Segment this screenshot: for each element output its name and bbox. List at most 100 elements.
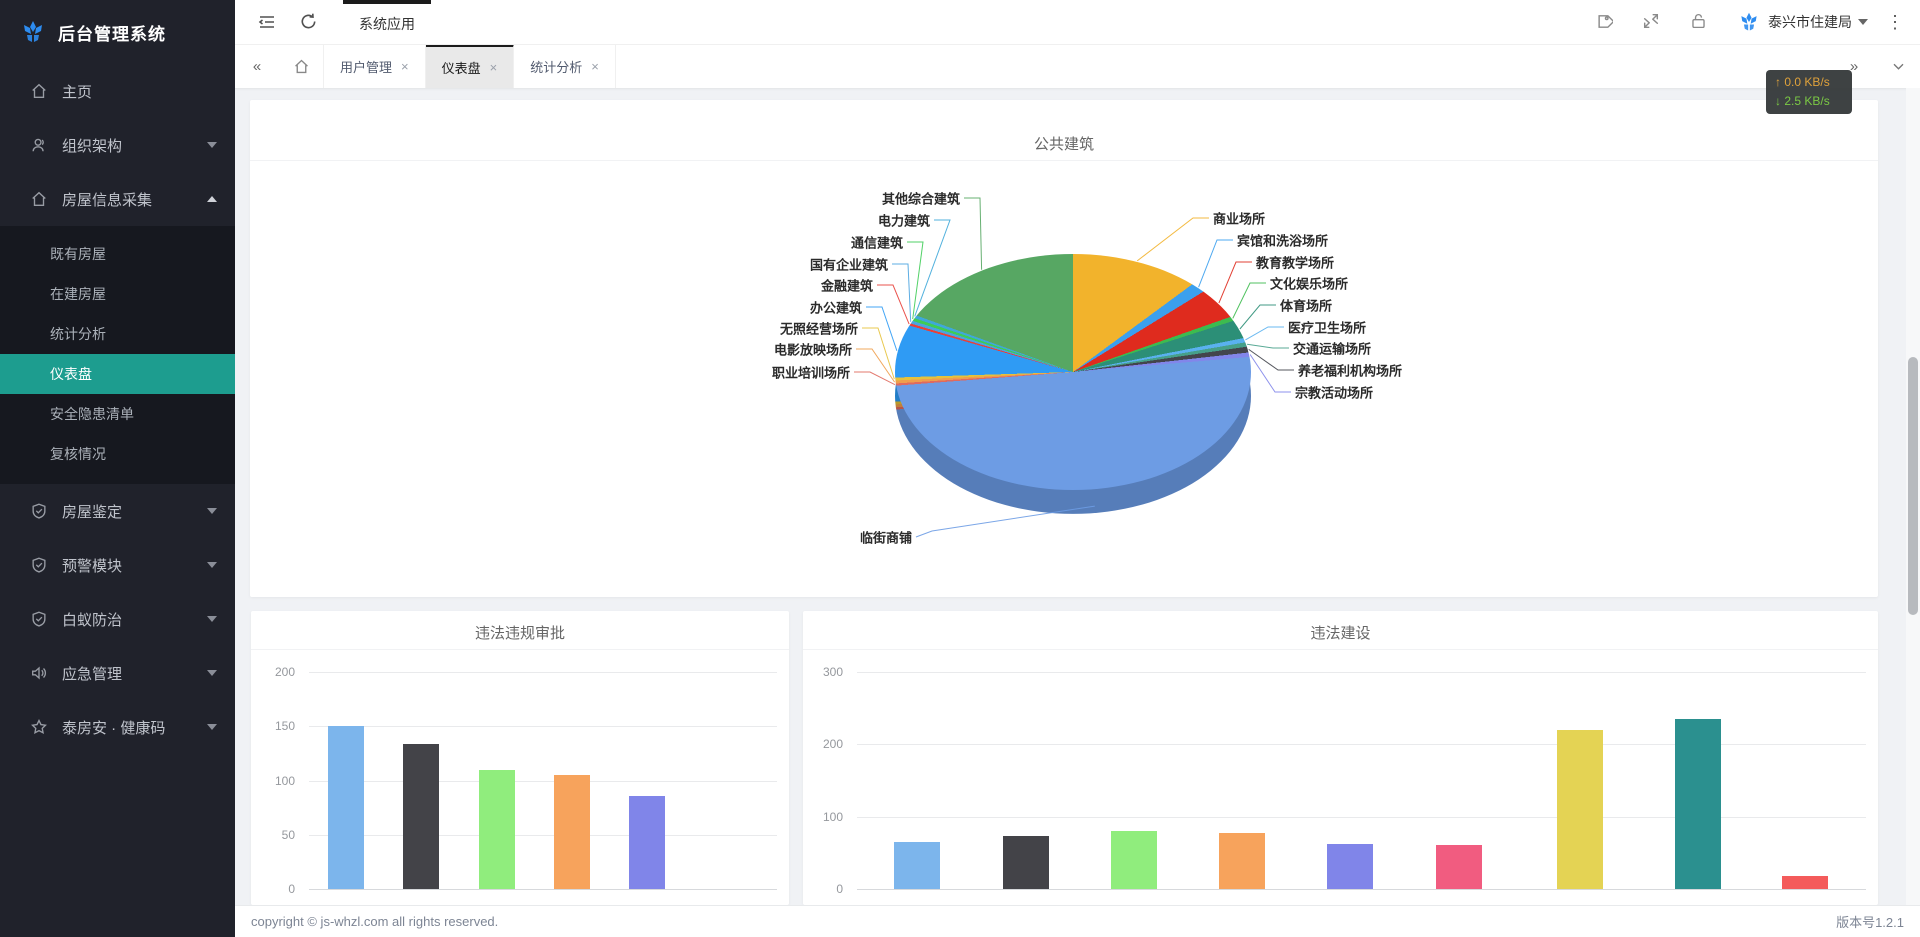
sidebar-item-label: 应急管理 — [62, 663, 207, 684]
close-icon[interactable]: × — [490, 60, 498, 75]
sidebar-item-label: 主页 — [62, 81, 217, 102]
sidebar-item-0[interactable]: 主页 — [0, 64, 235, 118]
pie-slice-label: 国有企业建筑 — [810, 255, 888, 274]
pie-chart: 商业场所宾馆和洗浴场所教育教学场所文化娱乐场所体育场所医疗卫生场所交通运输场所养… — [250, 100, 1878, 597]
sidebar-item-3[interactable]: 房屋鉴定 — [0, 484, 235, 538]
refresh-icon[interactable] — [299, 12, 319, 32]
version-text: 版本号1.2.1 — [1836, 912, 1904, 931]
upload-speed: ↑ 0.0 KB/s — [1775, 73, 1852, 92]
sidebar-item-1[interactable]: 组织架构 — [0, 118, 235, 172]
pie-slice-label: 通信建筑 — [851, 233, 903, 252]
sidebar-menu: 主页组织架构房屋信息采集既有房屋在建房屋统计分析仪表盘安全隐患清单复核情况房屋鉴… — [0, 64, 235, 754]
home-icon — [30, 82, 48, 100]
sidebar-item-4[interactable]: 预警模块 — [0, 538, 235, 592]
chevron-down-icon — [207, 142, 217, 148]
gridline — [857, 889, 1866, 890]
bar-0 — [894, 842, 940, 889]
more-menu-icon[interactable]: ⋮ — [1886, 13, 1904, 31]
y-axis-tick-label: 0 — [809, 882, 843, 896]
bar-3 — [1219, 833, 1265, 889]
footer: copyright © js-whzl.com all rights reser… — [235, 905, 1920, 937]
close-icon[interactable]: × — [401, 59, 409, 74]
bar-chart-card-construction: 违法建设 0100200300 — [803, 611, 1878, 905]
scrollbar-thumb[interactable] — [1908, 357, 1918, 615]
user-icon — [30, 136, 48, 154]
sidebar-submenu: 既有房屋在建房屋统计分析仪表盘安全隐患清单复核情况 — [0, 226, 235, 484]
bar-3 — [554, 775, 590, 889]
bar-2 — [1111, 831, 1157, 889]
pie-slice-label: 金融建筑 — [821, 276, 873, 295]
sidebar-subitem-复核情况[interactable]: 复核情况 — [0, 434, 235, 474]
pie-slice-label: 交通运输场所 — [1293, 339, 1371, 358]
collapse-sidebar-icon[interactable] — [257, 12, 277, 32]
bar-4 — [1327, 844, 1373, 889]
org-switcher[interactable]: 泰兴市住建局 — [1738, 11, 1868, 33]
sidebar-subitem-在建房屋[interactable]: 在建房屋 — [0, 274, 235, 314]
bar-8 — [1782, 876, 1828, 889]
bar-chart-title: 违法违规审批 — [251, 611, 789, 650]
pie-slice-label: 养老福利机构场所 — [1298, 361, 1402, 380]
tabs-scroll-left-icon[interactable]: « — [235, 44, 279, 88]
sidebar-item-6[interactable]: 应急管理 — [0, 646, 235, 700]
gridline — [309, 835, 777, 836]
close-icon[interactable]: × — [591, 59, 599, 74]
org-name: 泰兴市住建局 — [1768, 12, 1852, 32]
pie-slice-label: 宾馆和洗浴场所 — [1237, 231, 1328, 250]
sidebar-subitem-仪表盘[interactable]: 仪表盘 — [0, 354, 235, 394]
y-axis-tick-label: 50 — [261, 828, 295, 842]
shield-icon — [30, 610, 48, 628]
sidebar-item-5[interactable]: 白蚁防治 — [0, 592, 235, 646]
pie-slice-label: 文化娱乐场所 — [1270, 274, 1348, 293]
sidebar-item-2[interactable]: 房屋信息采集 — [0, 172, 235, 226]
download-speed: ↓ 2.5 KB/s — [1775, 92, 1852, 111]
bar-5 — [1436, 845, 1482, 889]
gridline — [309, 726, 777, 727]
y-axis-tick-label: 0 — [261, 882, 295, 896]
tag-icon[interactable] — [1594, 12, 1614, 32]
home-tab-icon[interactable] — [279, 44, 323, 88]
sidebar-subitem-安全隐患清单[interactable]: 安全隐患清单 — [0, 394, 235, 434]
bar-0 — [328, 726, 364, 889]
sidebar-item-7[interactable]: 泰房安 · 健康码 — [0, 700, 235, 754]
sidebar-subitem-既有房屋[interactable]: 既有房屋 — [0, 234, 235, 274]
bar-6 — [1557, 730, 1603, 889]
gridline — [309, 672, 777, 673]
sidebar-item-label: 组织架构 — [62, 135, 207, 156]
pie-surface — [895, 254, 1251, 490]
y-axis-tick-label: 300 — [809, 665, 843, 679]
tabs-menu-icon[interactable] — [1876, 44, 1920, 88]
bar-7 — [1675, 719, 1721, 889]
gridline — [309, 889, 777, 890]
bar-4 — [629, 796, 665, 889]
sidebar-item-label: 白蚁防治 — [62, 609, 207, 630]
sidebar-item-label: 房屋鉴定 — [62, 501, 207, 522]
tab-仪表盘[interactable]: 仪表盘 × — [426, 44, 515, 88]
network-speed-badge: ↑ 0.0 KB/s ↓ 2.5 KB/s — [1766, 70, 1852, 114]
bar-1 — [403, 744, 439, 889]
pie-slice-label: 宗教活动场所 — [1295, 383, 1373, 402]
speaker-icon — [30, 664, 48, 682]
lock-icon[interactable] — [1690, 12, 1710, 32]
sidebar-subitem-统计分析[interactable]: 统计分析 — [0, 314, 235, 354]
bar-1 — [1003, 836, 1049, 889]
copyright-text: copyright © js-whzl.com all rights reser… — [251, 914, 498, 929]
pie-slice-label: 电力建筑 — [878, 211, 930, 230]
pie-slice-label: 体育场所 — [1280, 296, 1332, 315]
house-icon — [30, 190, 48, 208]
y-axis-tick-label: 200 — [261, 665, 295, 679]
pie-slice-label: 医疗卫生场所 — [1288, 318, 1366, 337]
pie-slice-label: 商业场所 — [1213, 209, 1265, 228]
pie-slice-label: 电影放映场所 — [774, 340, 852, 359]
chevron-down-icon — [207, 562, 217, 568]
tab-统计分析[interactable]: 统计分析 × — [514, 44, 616, 88]
tab-label: 仪表盘 — [442, 58, 481, 77]
app-tab-system[interactable]: 系统应用 — [343, 0, 431, 44]
tab-label: 统计分析 — [530, 57, 582, 76]
fullscreen-icon[interactable] — [1642, 12, 1662, 32]
tab-用户管理[interactable]: 用户管理× — [323, 44, 426, 88]
chevron-down-icon — [207, 508, 217, 514]
caret-down-icon — [1858, 19, 1868, 25]
main-content: 公共建筑 商业场所宾馆和洗浴场所教育教学场所文化娱乐场所体育场所医疗卫生场所交通… — [235, 88, 1920, 905]
pie-slice-label: 临街商铺 — [860, 528, 912, 547]
chevron-down-icon — [207, 724, 217, 730]
